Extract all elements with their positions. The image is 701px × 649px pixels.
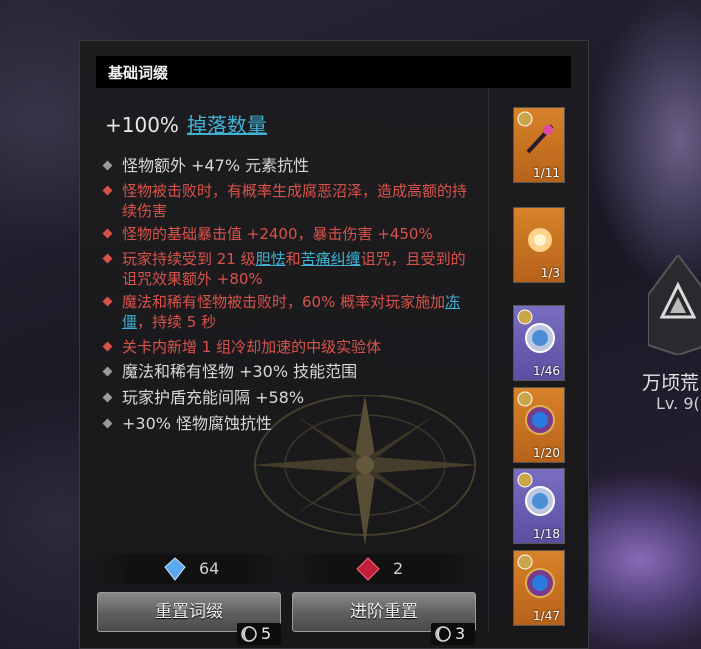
compass-icon [525, 486, 555, 516]
diamond-bullet-icon [102, 418, 113, 429]
item-slot[interactable]: 1/47 [513, 550, 565, 626]
diamond-bullet-icon [102, 366, 113, 377]
currency-red: 2 [291, 554, 475, 584]
moon-icon [241, 626, 257, 642]
panel-title: 基础词缀 [108, 64, 169, 82]
affix-item: 怪物的基础暴击值 +2400，暴击伤害 +450% [102, 224, 474, 244]
panel-header: 基础词缀 [96, 56, 571, 88]
keyword-link[interactable]: 苦痛纠缠 [301, 250, 361, 268]
main-affix: +100% 掉落数量 [105, 109, 267, 138]
affix-item: 怪物被击败时，有概率生成腐恶沼泽，造成高额的持续伤害 [102, 181, 474, 221]
map-level: Lv. 9( [656, 394, 700, 413]
item-slot[interactable]: 1/46 [513, 305, 565, 381]
map-name: 万顷荒 [642, 372, 700, 394]
item-slot[interactable]: 1/3 [513, 207, 565, 283]
affix-item: 玩家护盾充能间隔 +58% [102, 388, 474, 408]
reset-cost: 5 [237, 623, 281, 645]
affix-item: 魔法和稀有怪物被击败时，60% 概率对玩家施加冻僵，持续 5 秒 [102, 292, 474, 332]
keyword-link[interactable]: 胆怯 [256, 250, 286, 268]
main-affix-value: +100% [105, 113, 179, 137]
diamond-bullet-icon [102, 341, 113, 352]
affix-item: 玩家持续受到 21 级胆怯和苦痛纠缠诅咒，且受到的诅咒效果额外 +80% [102, 249, 474, 289]
dagger-icon [526, 124, 554, 154]
affix-item: 关卡内新增 1 组冷却加速的中级实验体 [102, 337, 474, 357]
diamond-bullet-icon [102, 392, 113, 403]
currency-blue: 64 [97, 554, 281, 584]
diamond-bullet-icon [102, 296, 113, 307]
main-affix-keyword[interactable]: 掉落数量 [187, 113, 267, 137]
panel-divider [488, 88, 489, 633]
affix-item: 怪物额外 +47% 元素抗性 [102, 156, 474, 176]
compass-icon [525, 405, 555, 435]
blue-crystal-icon [164, 557, 186, 581]
affix-item: 魔法和稀有怪物 +30% 技能范围 [102, 362, 474, 382]
moon-icon [435, 626, 451, 642]
item-slot[interactable]: 1/20 [513, 387, 565, 463]
diamond-bullet-icon [102, 160, 113, 171]
flame-orb-icon [528, 228, 552, 252]
compass-icon [525, 323, 555, 353]
affix-item: +30% 怪物腐蚀抗性 [102, 414, 474, 434]
compass-icon [525, 568, 555, 598]
red-crystal-icon [356, 557, 380, 581]
item-slot[interactable]: 1/18 [513, 468, 565, 544]
item-slot[interactable]: 1/11 [513, 107, 565, 183]
diamond-bullet-icon [102, 228, 113, 239]
diamond-bullet-icon [102, 253, 113, 264]
diamond-bullet-icon [102, 185, 113, 196]
map-node-icon[interactable] [648, 255, 701, 355]
advanced-reset-cost: 3 [431, 623, 475, 645]
